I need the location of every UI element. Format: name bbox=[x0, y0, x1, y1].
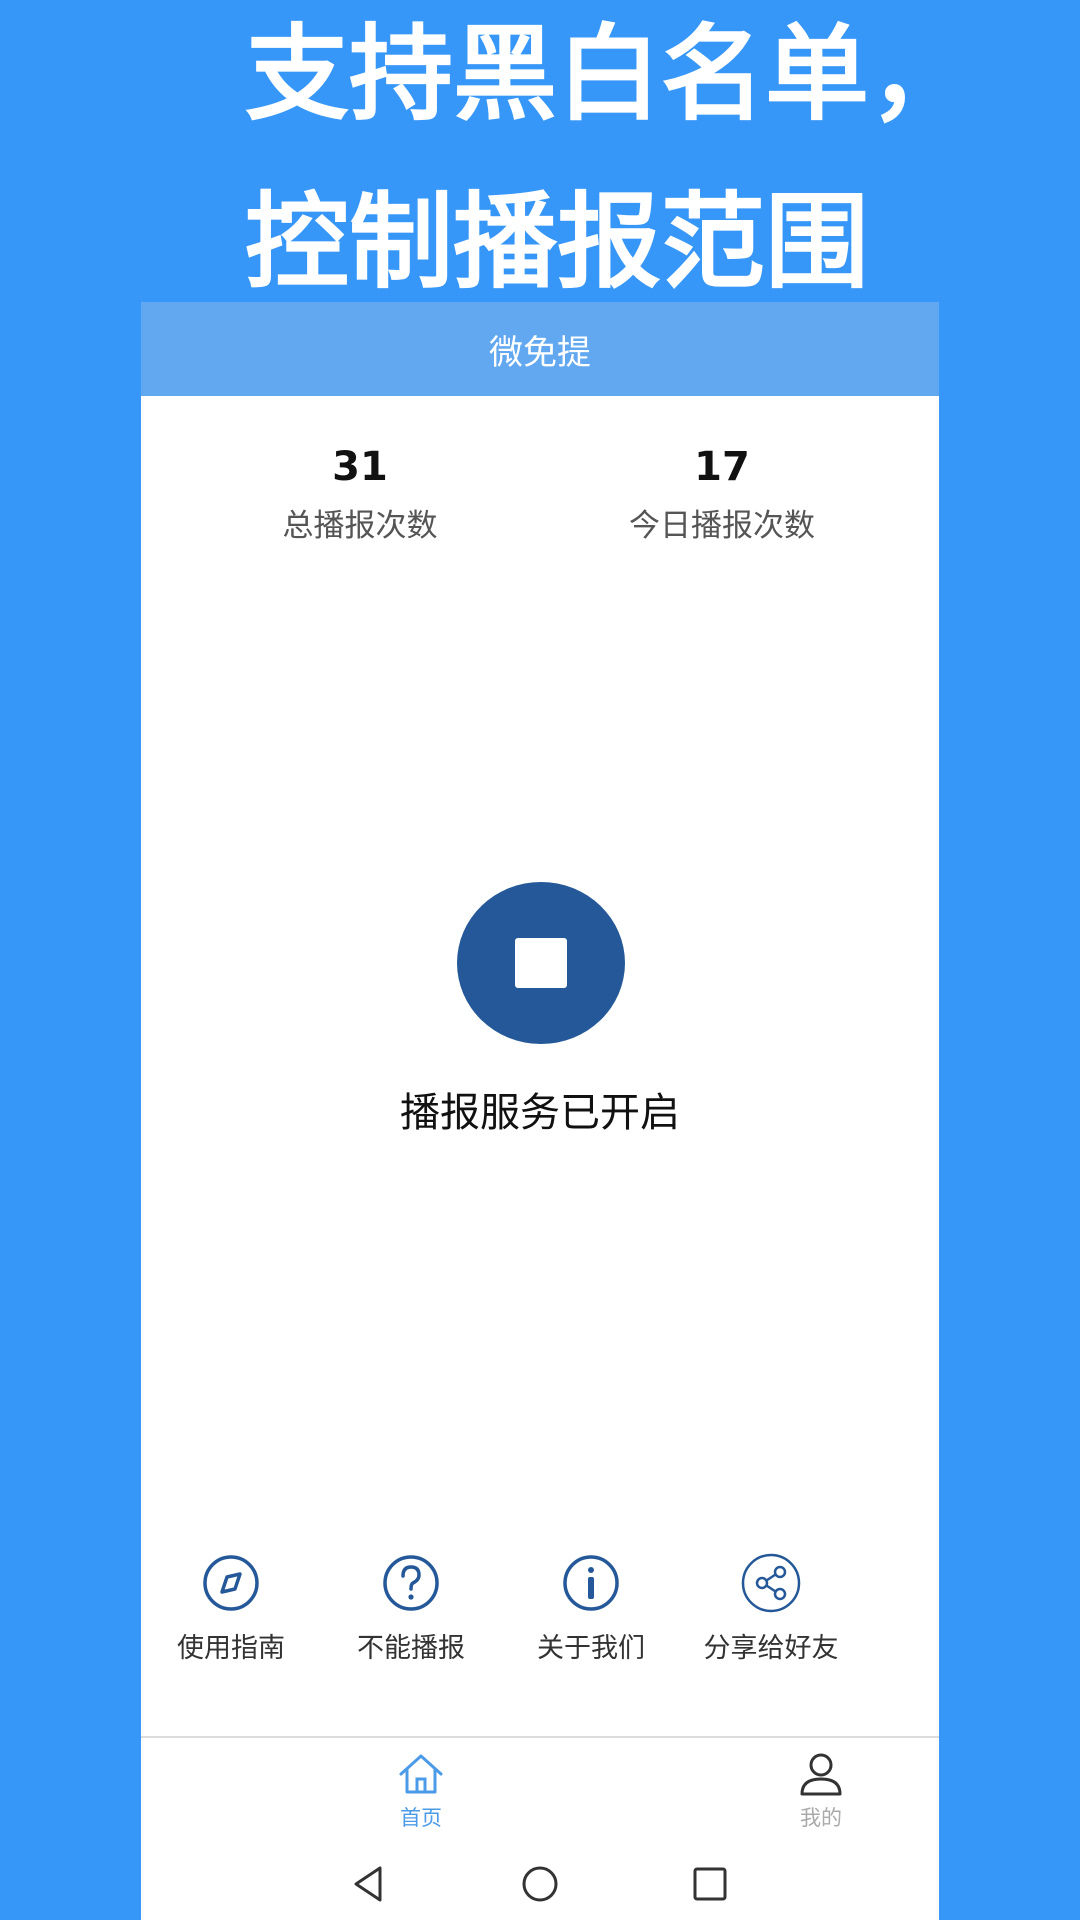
share-icon bbox=[741, 1553, 801, 1613]
cannot-broadcast-label: 不能播报 bbox=[357, 1633, 465, 1664]
home-circle-icon bbox=[522, 1866, 558, 1902]
info-icon bbox=[563, 1555, 619, 1611]
tab-mine[interactable]: 我的 bbox=[741, 1750, 901, 1832]
tab-home[interactable]: 首页 bbox=[341, 1750, 501, 1832]
phone-screen: 微免提 31 总播报次数 17 今日播报次数 播报服务已开启 使用指南 不能播报 bbox=[141, 302, 939, 1920]
stat-today: 17 今日播报次数 bbox=[572, 442, 872, 545]
share-label: 分享给好友 bbox=[703, 1633, 839, 1664]
service-status: 播报服务已开启 bbox=[400, 1090, 680, 1136]
app-bar: 微免提 bbox=[141, 302, 939, 396]
share-button[interactable]: 分享给好友 bbox=[681, 1552, 861, 1665]
promo-line-1: 支持黑白名单， bbox=[245, 13, 974, 135]
stat-today-label: 今日播报次数 bbox=[629, 508, 815, 544]
stop-service-button[interactable] bbox=[457, 882, 625, 1044]
about-us-button[interactable]: 关于我们 bbox=[501, 1552, 681, 1665]
stat-today-value: 17 bbox=[694, 444, 750, 490]
cannot-broadcast-button[interactable]: 不能播报 bbox=[321, 1552, 501, 1665]
guide-button[interactable]: 使用指南 bbox=[141, 1552, 321, 1665]
nav-recents-button[interactable] bbox=[688, 1862, 732, 1906]
user-icon bbox=[800, 1753, 842, 1796]
back-icon bbox=[354, 1866, 382, 1902]
app-title: 微免提 bbox=[489, 332, 591, 373]
stat-total-value: 31 bbox=[332, 444, 388, 490]
tab-bar: 首页 我的 bbox=[141, 1736, 939, 1848]
nav-back-button[interactable] bbox=[348, 1862, 392, 1906]
home-icon bbox=[399, 1754, 443, 1794]
tab-mine-label: 我的 bbox=[800, 1806, 842, 1830]
action-row: 使用指南 不能播报 关于我们 分享给好友 bbox=[141, 1552, 939, 1672]
tab-home-label: 首页 bbox=[400, 1806, 442, 1830]
stat-total-label: 总播报次数 bbox=[282, 508, 438, 544]
nav-home-button[interactable] bbox=[518, 1862, 562, 1906]
about-us-label: 关于我们 bbox=[537, 1633, 645, 1664]
system-nav-bar bbox=[141, 1846, 939, 1920]
stop-icon bbox=[515, 938, 567, 988]
promo-line-2: 控制播报范围 bbox=[245, 181, 870, 303]
compass-icon bbox=[203, 1555, 259, 1611]
guide-label: 使用指南 bbox=[177, 1633, 285, 1664]
stat-total: 31 总播报次数 bbox=[210, 442, 510, 545]
question-icon bbox=[383, 1555, 439, 1611]
recents-icon bbox=[693, 1867, 727, 1901]
